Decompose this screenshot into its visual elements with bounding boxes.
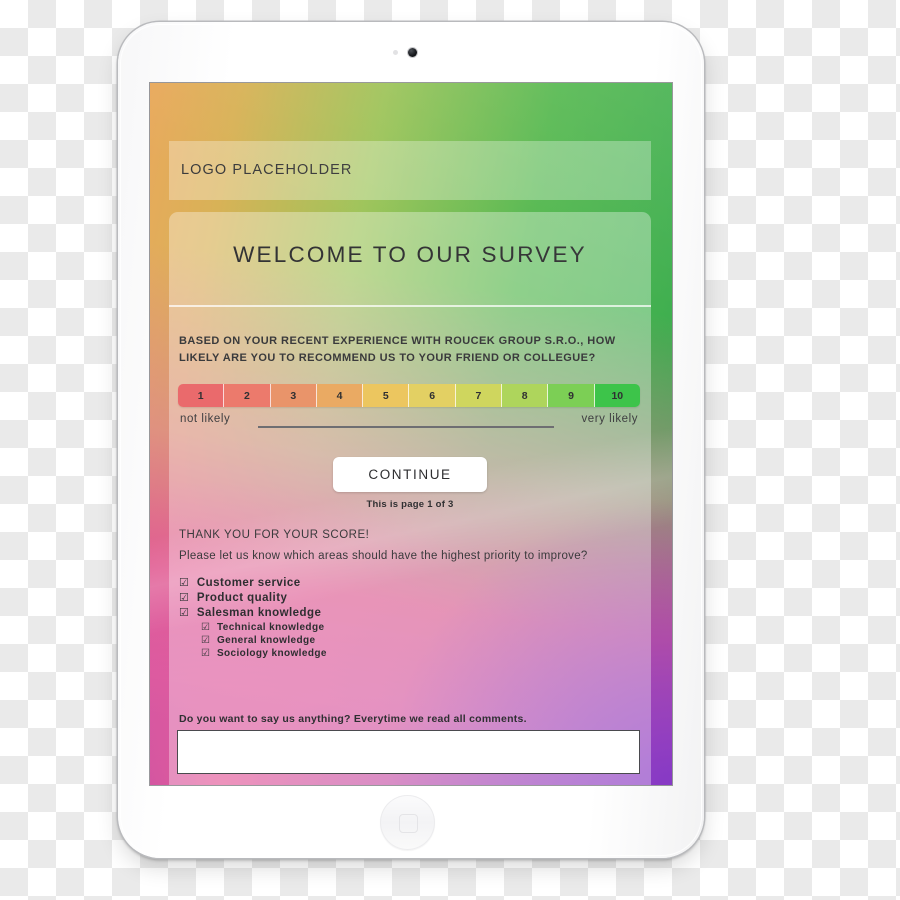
thank-you-subtitle: Please let us know which areas should ha… <box>179 550 588 562</box>
scale-cell-1[interactable]: 1 <box>178 384 225 407</box>
page-root: LOGO PLACEHOLDER WELCOME TO OUR SURVEY B… <box>0 0 900 900</box>
page-indicator: This is page 1 of 3 <box>366 499 454 510</box>
front-camera-icon <box>408 48 417 57</box>
checkbox-item[interactable]: ☑ General knowledge <box>179 635 639 646</box>
priority-checkbox-list: ☑ Customer service ☑ Product quality ☑ Salesm… <box>179 577 639 661</box>
checkbox-item[interactable]: ☑ Salesman knowledge <box>179 607 639 619</box>
checkbox-label: Customer service <box>196 577 301 589</box>
checkbox-label: Product quality <box>196 592 288 604</box>
welcome-block: WELCOME TO OUR SURVEY <box>169 212 651 303</box>
checkbox-item[interactable]: ☑ Customer service <box>179 577 639 589</box>
checkbox-label: Technical knowledge <box>216 622 325 633</box>
scale-cell-9[interactable]: 9 <box>548 384 595 407</box>
checkbox-checked-icon[interactable]: ☑ <box>201 623 210 633</box>
checkbox-checked-icon[interactable]: ☑ <box>179 608 189 619</box>
thank-you-title: THANK YOU FOR YOUR SCORE! <box>179 529 370 541</box>
checkbox-label: Sociology knowledge <box>216 648 327 659</box>
checkbox-item[interactable]: ☑ Technical knowledge <box>179 622 639 633</box>
scale-cell-6[interactable]: 6 <box>409 384 456 407</box>
scale-label-very-likely: very likely <box>581 413 638 425</box>
scale-cell-7[interactable]: 7 <box>455 384 503 407</box>
scale-labels: not likely very likely <box>178 413 640 431</box>
survey-question-text: BASED ON YOUR RECENT EXPERIENCE WITH ROU… <box>179 335 616 364</box>
checkbox-checked-icon[interactable]: ☑ <box>179 593 189 604</box>
header-divider <box>169 305 651 307</box>
logo-placeholder-text: LOGO PLACEHOLDER <box>181 162 353 178</box>
scale-cell-8[interactable]: 8 <box>502 384 549 407</box>
checkbox-checked-icon[interactable]: ☑ <box>201 636 210 646</box>
scale-cell-5[interactable]: 5 <box>363 384 410 407</box>
scale-cell-10[interactable]: 10 <box>594 384 640 407</box>
nps-rating-scale[interactable]: 1 2 3 4 5 6 7 8 9 10 <box>178 384 640 407</box>
checkbox-item[interactable]: ☑ Sociology knowledge <box>179 648 639 659</box>
logo-bar: LOGO PLACEHOLDER <box>169 141 651 200</box>
tablet-screen: LOGO PLACEHOLDER WELCOME TO OUR SURVEY B… <box>150 83 672 785</box>
ambient-sensor-icon <box>393 50 398 55</box>
scale-cell-3[interactable]: 3 <box>270 384 317 407</box>
checkbox-label: General knowledge <box>216 635 316 646</box>
scale-cell-4[interactable]: 4 <box>316 384 364 407</box>
home-button[interactable] <box>380 795 435 850</box>
scale-rule-line <box>258 426 554 428</box>
home-button-icon <box>398 813 418 833</box>
continue-button[interactable]: CONTINUE <box>333 457 487 492</box>
checkbox-checked-icon[interactable]: ☑ <box>179 578 189 589</box>
checkbox-checked-icon[interactable]: ☑ <box>201 649 210 659</box>
page-title: WELCOME TO OUR SURVEY <box>233 242 587 267</box>
comment-prompt-text: Do you want to say us anything? Everytim… <box>179 713 527 725</box>
tablet-device: LOGO PLACEHOLDER WELCOME TO OUR SURVEY B… <box>118 22 704 858</box>
survey-app: LOGO PLACEHOLDER WELCOME TO OUR SURVEY B… <box>150 83 672 785</box>
checkbox-item[interactable]: ☑ Product quality <box>179 592 639 604</box>
scale-cell-2[interactable]: 2 <box>224 384 271 407</box>
scale-label-not-likely: not likely <box>180 413 231 425</box>
survey-card: WELCOME TO OUR SURVEY BASED ON YOUR RECE… <box>169 212 651 785</box>
comment-textarea[interactable] <box>177 730 640 774</box>
checkbox-label: Salesman knowledge <box>196 607 322 619</box>
